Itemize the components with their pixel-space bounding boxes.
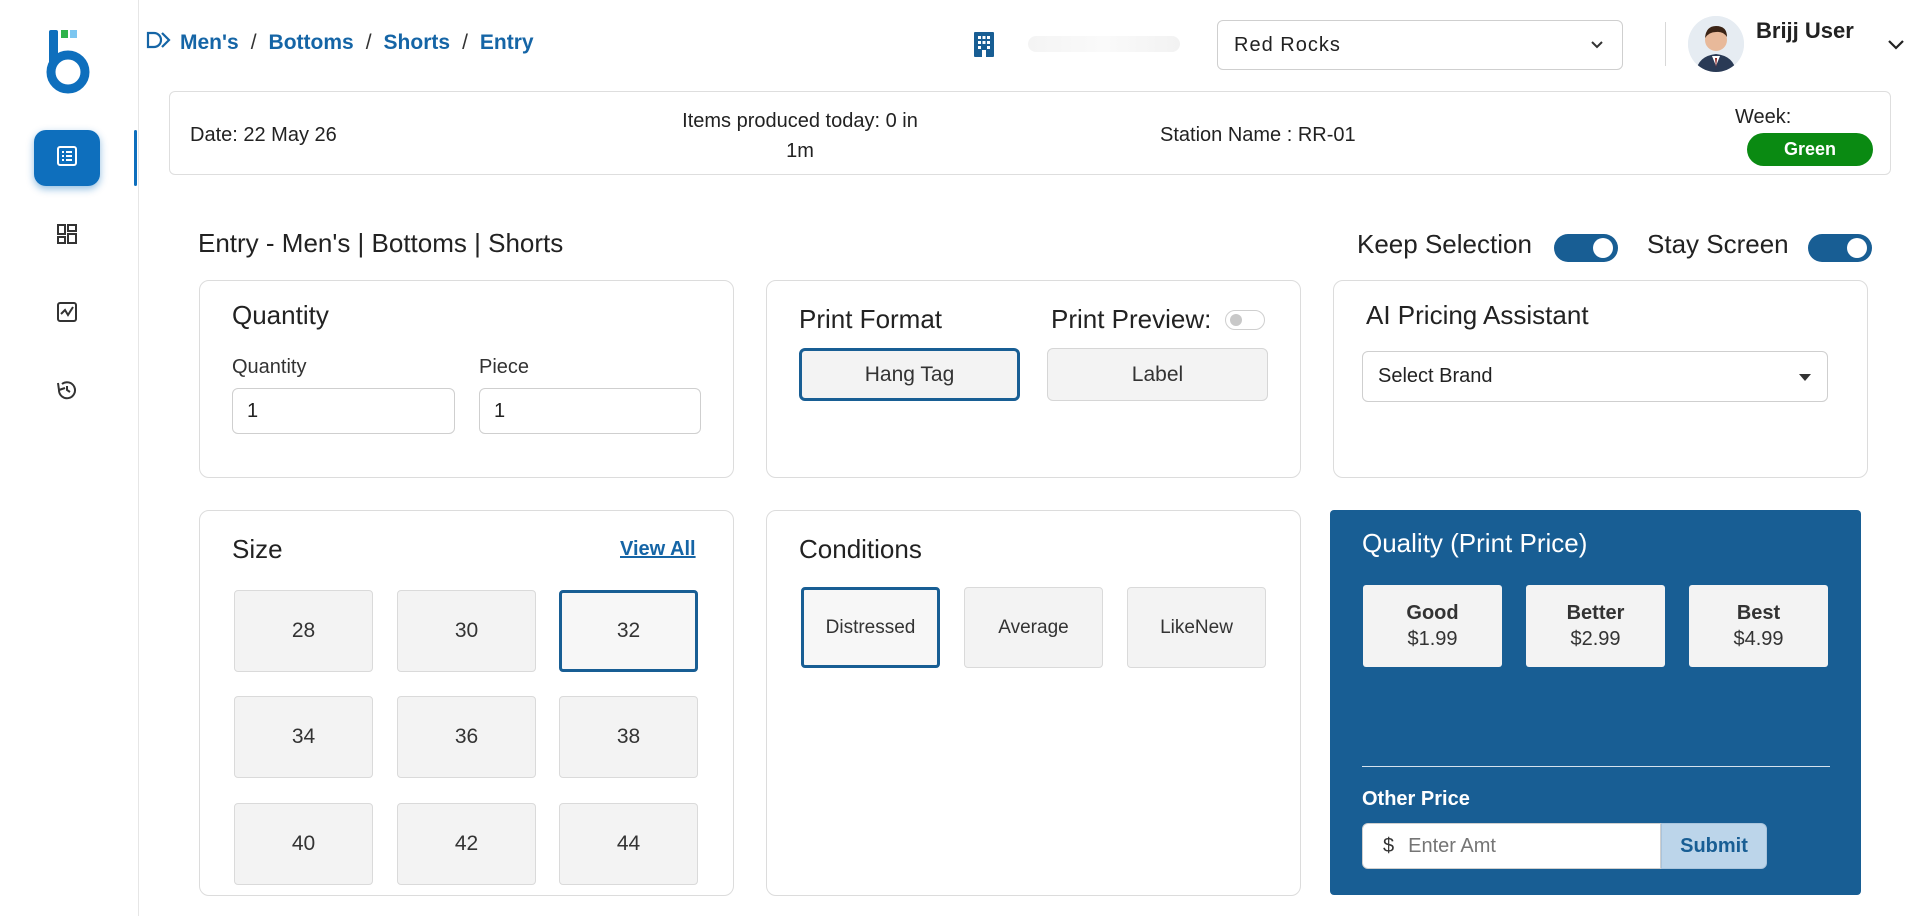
toggle-knob xyxy=(1847,238,1867,258)
caret-down-icon xyxy=(1799,374,1811,381)
info-items-produced: Items produced today: 0 in 1m xyxy=(650,106,950,166)
submit-button[interactable]: Submit xyxy=(1661,823,1767,869)
quality-option-name: Good xyxy=(1406,602,1459,624)
size-button-44[interactable]: 44 xyxy=(559,803,698,885)
quality-best-button[interactable]: Best $4.99 xyxy=(1689,585,1828,667)
brand-logo xyxy=(44,26,94,96)
conditions-card xyxy=(766,510,1301,896)
history-icon xyxy=(55,378,79,407)
info-items-line2: 1m xyxy=(786,140,814,162)
print-preview-label: Print Preview: xyxy=(1051,304,1212,334)
quality-panel: Quality (Print Price) Good $1.99 Better … xyxy=(1330,510,1861,895)
list-icon xyxy=(56,145,78,172)
breadcrumb-bottoms[interactable]: Bottoms xyxy=(269,31,354,55)
size-button-30[interactable]: 30 xyxy=(397,590,536,672)
quantity-input[interactable] xyxy=(232,388,455,434)
keep-selection-toggle[interactable] xyxy=(1554,234,1618,262)
conditions-title: Conditions xyxy=(799,534,922,564)
size-button-42[interactable]: 42 xyxy=(397,803,536,885)
toggle-knob xyxy=(1593,238,1613,258)
quality-divider xyxy=(1362,766,1830,767)
sidebar xyxy=(0,0,139,916)
nav-active-indicator xyxy=(134,130,137,186)
quality-option-name: Better xyxy=(1566,602,1625,624)
quality-option-price: $1.99 xyxy=(1407,628,1458,650)
label-button[interactable]: Label xyxy=(1047,348,1268,401)
view-all-link[interactable]: View All xyxy=(620,538,696,561)
week-status-badge: Green xyxy=(1747,133,1873,166)
size-button-40[interactable]: 40 xyxy=(234,803,373,885)
nav-entry-button[interactable] xyxy=(34,130,100,186)
location-name-blurred xyxy=(1028,36,1180,52)
breadcrumb-entry[interactable]: Entry xyxy=(480,31,534,55)
condition-likenew-button[interactable]: LikeNew xyxy=(1127,587,1266,668)
collapse-sidebar-icon[interactable] xyxy=(146,30,172,56)
store-select[interactable]: Red Rocks xyxy=(1217,20,1623,70)
ai-pricing-title: AI Pricing Assistant xyxy=(1366,300,1589,330)
info-week-label: Week: xyxy=(1735,106,1792,128)
header-divider xyxy=(1665,22,1666,66)
breadcrumb-separator: / xyxy=(250,31,257,54)
other-price-label: Other Price xyxy=(1362,788,1470,810)
building-icon xyxy=(972,30,996,63)
quantity-label: Quantity xyxy=(232,356,307,378)
breadcrumb-separator: / xyxy=(365,31,372,54)
breadcrumb-shorts[interactable]: Shorts xyxy=(384,31,451,55)
print-preview-toggle[interactable] xyxy=(1225,310,1265,330)
info-bar: Date: 22 May 26 Items produced today: 0 … xyxy=(169,91,1891,175)
user-name: Brijj User xyxy=(1756,18,1854,43)
nav-reports-button[interactable] xyxy=(34,286,100,342)
dashboard-icon xyxy=(56,223,78,250)
piece-label: Piece xyxy=(479,356,530,378)
info-date: Date: 22 May 26 xyxy=(190,124,337,146)
store-select-value: Red Rocks xyxy=(1234,33,1341,56)
size-button-38[interactable]: 38 xyxy=(559,696,698,778)
quality-option-price: $2.99 xyxy=(1570,628,1621,650)
breadcrumb-separator: / xyxy=(462,31,468,54)
other-price-field: $ xyxy=(1362,823,1661,869)
size-button-34[interactable]: 34 xyxy=(234,696,373,778)
currency-symbol: $ xyxy=(1383,834,1395,857)
size-button-32[interactable]: 32 xyxy=(559,590,698,672)
other-price-input[interactable] xyxy=(1408,834,1629,858)
chart-icon xyxy=(56,301,78,328)
nav-history-button[interactable] xyxy=(34,364,100,420)
hang-tag-button[interactable]: Hang Tag xyxy=(799,348,1020,401)
stay-screen-toggle[interactable] xyxy=(1808,234,1872,262)
nav-dashboard-button[interactable] xyxy=(34,208,100,264)
avatar[interactable] xyxy=(1688,16,1744,72)
quality-option-price: $4.99 xyxy=(1733,628,1784,650)
piece-input[interactable] xyxy=(479,388,701,434)
stay-screen-label: Stay Screen xyxy=(1647,229,1789,259)
page-title: Entry - Men's | Bottoms | Shorts xyxy=(198,228,564,258)
condition-distressed-button[interactable]: Distressed xyxy=(801,587,940,668)
size-button-28[interactable]: 28 xyxy=(234,590,373,672)
chevron-down-icon xyxy=(1588,36,1606,60)
quality-title: Quality (Print Price) xyxy=(1362,528,1588,558)
size-card-title: Size xyxy=(232,534,283,564)
quality-good-button[interactable]: Good $1.99 xyxy=(1363,585,1502,667)
quality-option-name: Best xyxy=(1736,602,1781,624)
condition-average-button[interactable]: Average xyxy=(964,587,1103,668)
info-items-line1: Items produced today: 0 in xyxy=(682,110,918,132)
breadcrumb-mens[interactable]: Men's xyxy=(180,31,239,55)
keep-selection-label: Keep Selection xyxy=(1357,229,1532,259)
info-station-name: Station Name : RR-01 xyxy=(1160,124,1356,146)
user-menu-chevron-icon[interactable] xyxy=(1886,36,1906,59)
size-button-36[interactable]: 36 xyxy=(397,696,536,778)
print-format-title: Print Format xyxy=(799,304,943,334)
toggle-knob xyxy=(1230,314,1242,326)
brand-select[interactable]: Select Brand xyxy=(1362,351,1828,402)
quality-better-button[interactable]: Better $2.99 xyxy=(1526,585,1665,667)
quantity-card-title: Quantity xyxy=(232,300,329,330)
breadcrumb: Men's / Bottoms / Shorts / Entry xyxy=(146,30,534,56)
brand-select-placeholder: Select Brand xyxy=(1378,365,1493,387)
